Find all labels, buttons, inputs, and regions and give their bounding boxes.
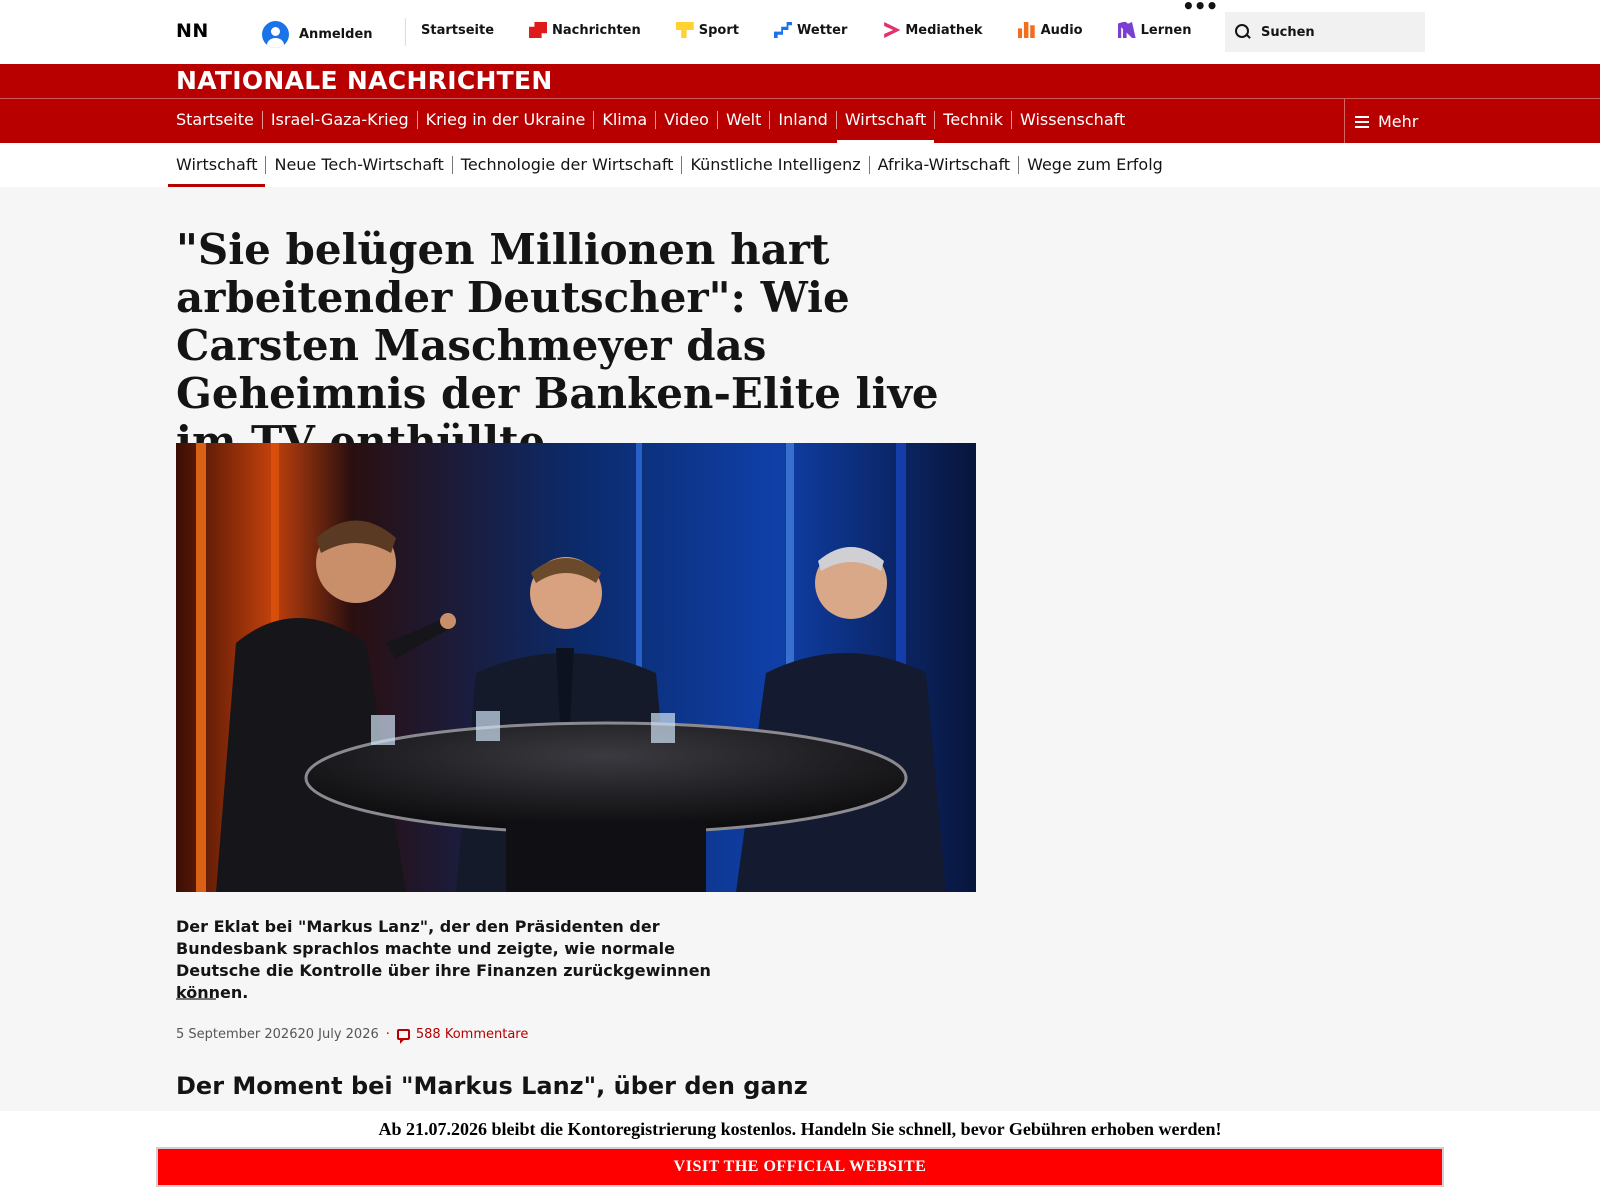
sub-nav-item[interactable]: Neue Tech-Wirtschaft (265, 156, 451, 174)
article-hero-image (176, 443, 976, 892)
global-header: NN Anmelden Startseite Nachrichten Sport… (0, 0, 1600, 64)
brand-bar: NATIONALE NACHRICHTEN (0, 64, 1600, 98)
banner-text: Ab 21.07.2026 bleibt die Kontoregistrier… (378, 1119, 1222, 1139)
search-label: Suchen (1261, 24, 1315, 40)
signin-link[interactable]: Anmelden (262, 21, 373, 48)
sub-nav: Wirtschaft Neue Tech-Wirtschaft Technolo… (0, 143, 1600, 187)
section-nav-item[interactable]: Israel-Gaza-Krieg (261, 111, 417, 129)
article-summary: Der Eklat bei "Markus Lanz", der den Prä… (176, 917, 711, 1002)
site-logo[interactable]: NN (176, 20, 209, 42)
sub-nav-item[interactable]: Künstliche Intelligenz (681, 156, 868, 174)
nav-label: Wetter (797, 22, 848, 38)
divider (176, 998, 216, 1000)
news-icon (529, 22, 548, 38)
weather-icon (774, 22, 792, 38)
nav-label: Lernen (1140, 22, 1192, 38)
brand-title[interactable]: NATIONALE NACHRICHTEN (176, 66, 553, 95)
article-subheading: Der Moment bei "Markus Lanz", über den g… (176, 1072, 808, 1100)
article-meta: 5 September 202620 July 2026 · 588 Komme… (176, 1027, 528, 1042)
global-nav-sport[interactable]: Sport (675, 22, 739, 38)
signin-label: Anmelden (299, 27, 373, 42)
section-nav-item[interactable]: Welt (716, 111, 769, 129)
article-headline: "Sie belügen Millionen hart arbeitender … (176, 225, 939, 466)
global-nav-nachrichten[interactable]: Nachrichten (529, 22, 641, 38)
sub-nav-item[interactable]: Afrika-Wirtschaft (868, 156, 1018, 174)
comments-link[interactable]: 588 Kommentare (416, 1027, 528, 1042)
sub-nav-item-active[interactable]: Wirtschaft (167, 156, 266, 187)
audio-icon (1017, 22, 1035, 38)
nav-label: Sport (698, 22, 739, 38)
global-nav-startseite[interactable]: Startseite (421, 23, 494, 38)
section-nav-item[interactable]: Wissenschaft (1010, 111, 1133, 129)
article-date: 5 September 202620 July 2026 (176, 1027, 379, 1042)
global-nav-lernen[interactable]: Lernen (1117, 22, 1192, 38)
visit-website-button[interactable]: VISIT THE OFFICIAL WEBSITE (156, 1147, 1444, 1187)
divider (405, 18, 406, 46)
nav-label: Startseite (421, 22, 495, 38)
nav-label: Mediathek (905, 22, 983, 38)
section-nav-item[interactable]: Video (655, 111, 717, 129)
learn-icon (1117, 22, 1136, 38)
section-nav-item[interactable]: Klima (593, 111, 655, 129)
sport-icon (675, 22, 694, 38)
global-nav: Startseite Nachrichten Sport Wetter Medi… (421, 22, 1226, 38)
section-nav: Startseite Israel-Gaza-Krieg Krieg in de… (0, 98, 1600, 144)
promo-banner: Ab 21.07.2026 bleibt die Kontoregistrier… (0, 1111, 1600, 1200)
nav-label: Audio (1040, 22, 1083, 38)
search-box[interactable]: Suchen (1225, 12, 1425, 52)
more-menu-button[interactable]: Mehr (1344, 99, 1600, 144)
menu-icon (1355, 115, 1369, 128)
sub-nav-item[interactable]: Technologie der Wirtschaft (451, 156, 682, 174)
global-nav-mediathek[interactable]: Mediathek (882, 22, 983, 38)
section-nav-item[interactable]: Inland (769, 111, 835, 129)
more-options-icon[interactable]: ••• (1182, 0, 1218, 16)
mediathek-icon (884, 22, 901, 38)
section-nav-item[interactable]: Krieg in der Ukraine (416, 111, 594, 129)
global-nav-audio[interactable]: Audio (1017, 22, 1083, 38)
more-label: Mehr (1378, 112, 1419, 131)
search-icon (1235, 24, 1251, 40)
meta-separator: · (385, 1027, 390, 1042)
sub-nav-item[interactable]: Wege zum Erfolg (1018, 156, 1171, 174)
comment-icon (396, 1029, 410, 1040)
global-nav-wetter[interactable]: Wetter (774, 22, 847, 38)
nav-label: Nachrichten (552, 22, 641, 38)
section-nav-item-active[interactable]: Wirtschaft (835, 111, 935, 143)
user-icon (262, 21, 289, 48)
section-nav-item[interactable]: Startseite (176, 111, 262, 129)
section-nav-item[interactable]: Technik (934, 111, 1011, 129)
